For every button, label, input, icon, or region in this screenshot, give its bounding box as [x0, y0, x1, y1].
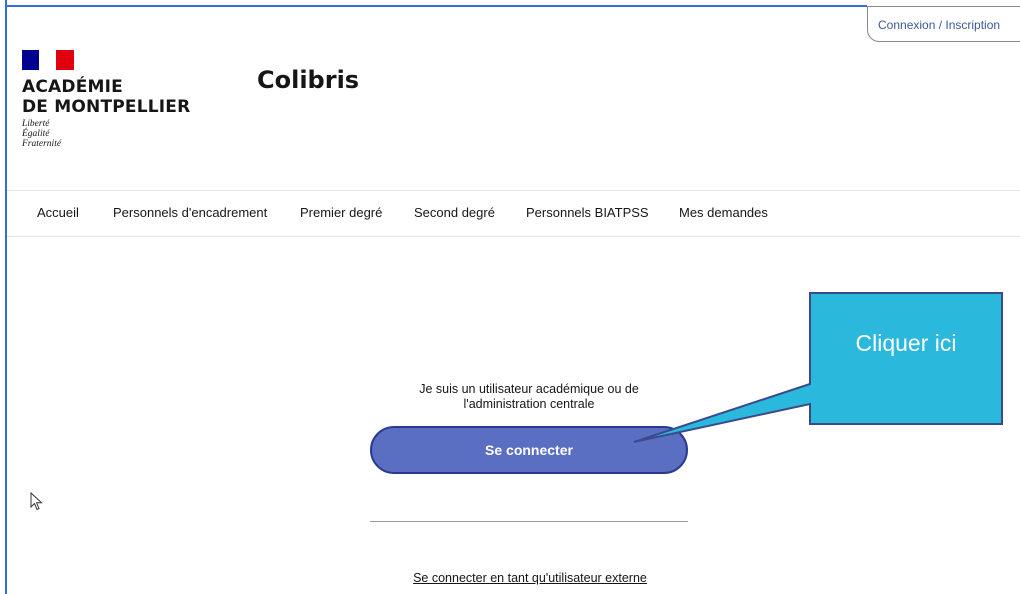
nav-item-mes-demandes[interactable]: Mes demandes: [679, 205, 768, 220]
external-user-login-link[interactable]: Se connecter en tant qu'utilisateur exte…: [300, 571, 760, 585]
nav-item-second-degre[interactable]: Second degré: [414, 205, 495, 220]
separator-line: [370, 521, 688, 522]
nav-item-biatpss[interactable]: Personnels BIATPSS: [526, 205, 649, 220]
nav-divider-top: [7, 190, 1020, 191]
login-signup-button[interactable]: Connexion / Inscription: [867, 6, 1020, 42]
nav-item-encadrement[interactable]: Personnels d'encadrement: [113, 205, 267, 220]
description-line2: l'administration centrale: [463, 397, 595, 411]
nav-divider-bottom: [7, 236, 1020, 237]
frame-top-border: [5, 5, 867, 7]
nav-item-premier-degre[interactable]: Premier degré: [300, 205, 382, 220]
org-name-line1: ACADÉMIE: [22, 77, 123, 97]
description-line1: Je suis un utilisateur académique ou de: [419, 382, 639, 396]
callout-text: Cliquer ici: [855, 330, 957, 356]
callout-shape: [633, 292, 1003, 443]
connect-button[interactable]: Se connecter: [370, 426, 688, 474]
marianne-flag-icon: [22, 50, 74, 70]
motto-fraternite: Fraternité: [22, 139, 62, 149]
nav-item-accueil[interactable]: Accueil: [37, 205, 79, 220]
login-description: Je suis un utilisateur académique ou de …: [389, 382, 669, 412]
motto-liberte: Liberté: [22, 119, 50, 129]
frame-left-border: [5, 0, 7, 594]
org-name-line2: DE MONTPELLIER: [22, 97, 191, 117]
site-title: Colibris: [257, 66, 360, 94]
motto-egalite: Égalité: [22, 129, 50, 139]
academy-logo: ACADÉMIE DE MONTPELLIER Liberté Égalité …: [22, 50, 192, 150]
mouse-pointer-icon: [30, 492, 43, 511]
